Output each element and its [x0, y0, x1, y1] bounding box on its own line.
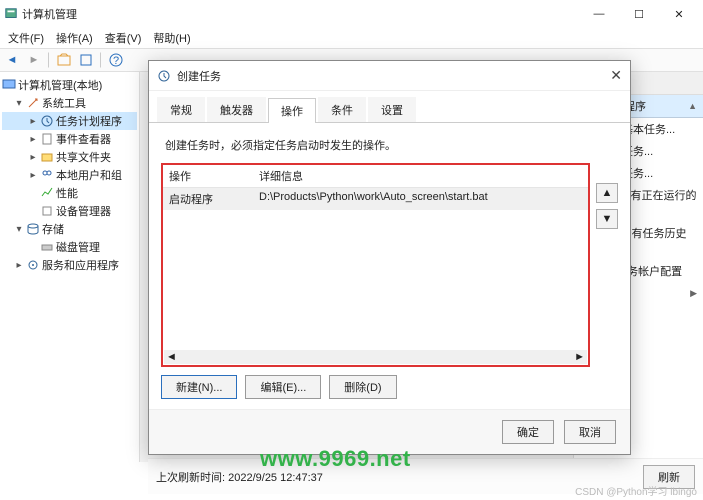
users-icon [40, 168, 54, 182]
cancel-button[interactable]: 取消 [564, 420, 616, 444]
col-action[interactable]: 操作 [163, 165, 253, 187]
device-icon [40, 204, 54, 218]
tree-systools[interactable]: 系统工具 [42, 95, 86, 111]
create-task-dialog: 创建任务 ✕ 常规 触发器 操作 条件 设置 创建任务时，必须指定任务启动时发生… [148, 60, 631, 455]
services-icon [26, 258, 40, 272]
dialog-title-bar: 创建任务 ✕ [149, 61, 630, 91]
svg-text:?: ? [113, 55, 119, 67]
folder-icon [40, 150, 54, 164]
maximize-button[interactable]: ☐ [625, 8, 653, 21]
cell-action: 启动程序 [163, 188, 253, 210]
tab-conditions[interactable]: 条件 [318, 97, 366, 122]
scroll-right-icon[interactable]: ► [574, 351, 585, 363]
horizontal-scrollbar[interactable]: ◄ ► [164, 350, 587, 364]
toolbar-separator [100, 52, 102, 68]
move-up-button[interactable]: ▲ [596, 183, 618, 203]
menu-view[interactable]: 查看(V) [101, 28, 146, 48]
dialog-title: 创建任务 [177, 68, 221, 84]
perf-icon [40, 186, 54, 200]
toolbar-help-button[interactable]: ? [106, 51, 126, 69]
tab-actions[interactable]: 操作 [268, 98, 316, 123]
tree-services[interactable]: 服务和应用程序 [42, 257, 119, 273]
toolbar-separator [48, 52, 50, 68]
new-action-button[interactable]: 新建(N)... [161, 375, 237, 399]
app-icon [4, 7, 18, 21]
storage-icon [26, 222, 40, 236]
dialog-close-button[interactable]: ✕ [610, 67, 622, 84]
tree-storage[interactable]: 存储 [42, 221, 64, 237]
menu-bar: 文件(F) 操作(A) 查看(V) 帮助(H) [0, 28, 703, 48]
menu-help[interactable]: 帮助(H) [149, 28, 194, 48]
tree-root[interactable]: 计算机管理(本地) [18, 77, 102, 93]
clock-icon [40, 114, 54, 128]
expand-icon[interactable]: ▸ [28, 152, 38, 163]
watermark-text: www.9969.net [260, 446, 411, 472]
minimize-button[interactable]: — [585, 8, 613, 21]
nav-forward-button[interactable]: ► [24, 51, 44, 69]
col-detail[interactable]: 详细信息 [253, 165, 588, 187]
list-row[interactable]: 启动程序 D:\Products\Python\work\Auto_screen… [163, 188, 588, 210]
edit-action-button[interactable]: 编辑(E)... [245, 375, 321, 399]
expand-icon[interactable]: ▾ [14, 98, 24, 109]
close-button[interactable]: ✕ [665, 8, 693, 21]
expand-icon[interactable]: ▸ [14, 260, 24, 271]
menu-file[interactable]: 文件(F) [4, 28, 48, 48]
tab-settings[interactable]: 设置 [368, 97, 416, 122]
toolbar-btn-2[interactable] [76, 51, 96, 69]
tab-triggers[interactable]: 触发器 [207, 97, 266, 122]
nav-back-button[interactable]: ◄ [2, 51, 22, 69]
credit-text: CSDN @Python学习 lbingo [575, 483, 697, 498]
event-icon [40, 132, 54, 146]
scroll-left-icon[interactable]: ◄ [166, 351, 177, 363]
tab-general[interactable]: 常规 [157, 97, 205, 122]
dialog-hint: 创建任务时，必须指定任务启动时发生的操作。 [165, 137, 618, 153]
delete-action-button[interactable]: 删除(D) [329, 375, 396, 399]
tree-shared[interactable]: 共享文件夹 [56, 149, 111, 165]
tree-eventviewer[interactable]: 事件查看器 [56, 131, 111, 147]
window-title: 计算机管理 [22, 6, 77, 22]
collapse-icon[interactable]: ▲ [688, 101, 697, 111]
tree-devmgr[interactable]: 设备管理器 [56, 203, 111, 219]
list-header: 操作 详细信息 [163, 165, 588, 188]
tools-icon [26, 96, 40, 110]
tree-localusers[interactable]: 本地用户和组 [56, 167, 122, 183]
tree-perf[interactable]: 性能 [56, 185, 78, 201]
expand-icon[interactable]: ▾ [14, 224, 24, 235]
cell-detail: D:\Products\Python\work\Auto_screen\star… [253, 188, 588, 210]
computer-icon [2, 78, 16, 92]
title-bar: 计算机管理 — ☐ ✕ [0, 0, 703, 28]
nav-tree[interactable]: 计算机管理(本地) ▾ 系统工具 ▸ 任务计划程序 ▸ 事件查看器 ▸ 共享文件夹 ▸ 本… [0, 72, 140, 462]
ok-button[interactable]: 确定 [502, 420, 554, 444]
move-down-button[interactable]: ▼ [596, 209, 618, 229]
expand-icon[interactable]: ▸ [28, 134, 38, 145]
tree-tasksched[interactable]: 任务计划程序 [56, 113, 122, 129]
task-icon [157, 69, 171, 83]
menu-action[interactable]: 操作(A) [52, 28, 97, 48]
tree-diskmgmt[interactable]: 磁盘管理 [56, 239, 100, 255]
window-controls: — ☐ ✕ [585, 8, 699, 21]
toolbar-btn-1[interactable] [54, 51, 74, 69]
dialog-tabs: 常规 触发器 操作 条件 设置 [149, 97, 630, 123]
expand-icon[interactable]: ▸ [28, 170, 38, 181]
actions-list[interactable]: 操作 详细信息 启动程序 D:\Products\Python\work\Aut… [161, 163, 590, 367]
expand-icon[interactable]: ▸ [28, 116, 38, 127]
disk-icon [40, 240, 54, 254]
